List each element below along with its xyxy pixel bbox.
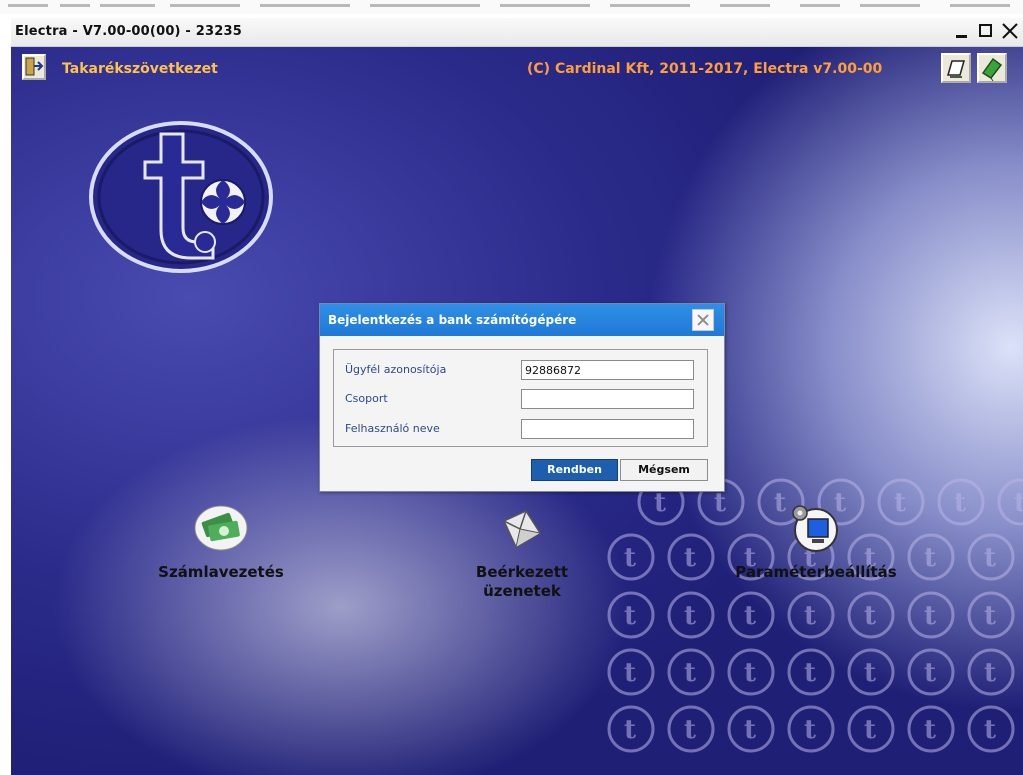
window-title: Electra - V7.00-00(00) - 23235 bbox=[15, 24, 242, 39]
account-management-action[interactable]: Számlavezetés bbox=[136, 503, 306, 582]
login-dialog: Bejelentkezés a bank számítógépére Ügyfé… bbox=[319, 303, 725, 492]
minimize-icon[interactable] bbox=[951, 20, 971, 42]
cancel-button[interactable]: Mégsem bbox=[620, 459, 708, 481]
exit-door-icon bbox=[25, 57, 44, 76]
book-icon bbox=[947, 60, 965, 78]
green-book-icon bbox=[981, 57, 1003, 82]
window-titlebar: Electra - V7.00-00(00) - 23235 bbox=[11, 18, 1023, 47]
client-id-row: Ügyfél azonosítója bbox=[334, 358, 707, 382]
copyright-text: (C) Cardinal Kft, 2011-2017, Electra v7.… bbox=[527, 61, 883, 77]
group-label: Csoport bbox=[345, 392, 388, 405]
money-icon bbox=[194, 505, 248, 551]
incoming-messages-action[interactable]: Beérkezett üzenetek bbox=[437, 503, 607, 601]
parameter-settings-action[interactable]: Paraméterbeállítás bbox=[716, 503, 916, 582]
dialog-close-icon[interactable] bbox=[692, 309, 714, 331]
bank-logo bbox=[89, 121, 273, 273]
dialog-titlebar: Bejelentkezés a bank számítógépére bbox=[320, 304, 724, 336]
close-icon bbox=[1002, 23, 1018, 39]
client-id-input[interactable] bbox=[521, 360, 694, 380]
settings-icon bbox=[792, 505, 838, 552]
username-input[interactable] bbox=[521, 419, 694, 439]
group-row: Csoport bbox=[334, 387, 707, 411]
window-close-button[interactable] bbox=[1000, 20, 1020, 42]
dialog-title: Bejelentkezés a bank számítógépére bbox=[328, 313, 577, 327]
ok-button[interactable]: Rendben bbox=[531, 459, 618, 481]
client-id-label: Ügyfél azonosítója bbox=[345, 363, 447, 376]
group-input[interactable] bbox=[521, 389, 694, 409]
username-row: Felhasználó neve bbox=[334, 417, 707, 441]
manual-button[interactable] bbox=[941, 53, 971, 83]
top-toolbar-strip bbox=[0, 0, 1023, 14]
parameter-settings-label: Paraméterbeállítás bbox=[735, 563, 897, 581]
username-label: Felhasználó neve bbox=[345, 422, 440, 435]
message-icon bbox=[503, 510, 542, 549]
login-fields-group: Ügyfél azonosítója Csoport Felhasználó n… bbox=[333, 349, 708, 447]
account-management-label: Számlavezetés bbox=[158, 563, 284, 581]
maximize-icon[interactable] bbox=[976, 20, 996, 42]
logout-button[interactable] bbox=[22, 54, 46, 80]
help-button[interactable] bbox=[977, 53, 1007, 83]
incoming-messages-label: Beérkezett üzenetek bbox=[475, 563, 569, 600]
app-name: Takarékszövetkezet bbox=[62, 61, 218, 77]
